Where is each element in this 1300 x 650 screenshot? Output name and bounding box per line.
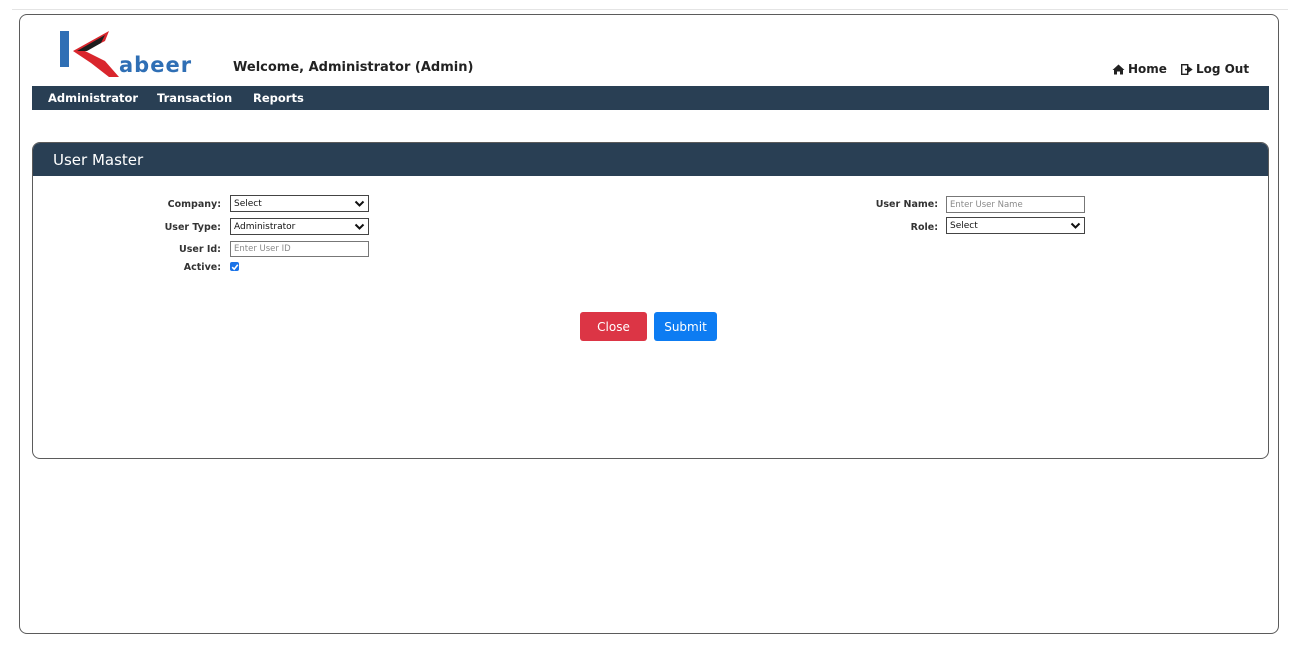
logout-icon — [1180, 63, 1193, 75]
logout-link[interactable]: Log Out — [1180, 62, 1250, 76]
home-link-label: Home — [1128, 62, 1167, 76]
header-links: Home Log Out — [1112, 62, 1249, 76]
logo-mark — [73, 31, 119, 77]
role-select[interactable]: Select — [946, 217, 1085, 234]
close-button[interactable]: Close — [580, 312, 647, 341]
top-divider — [12, 9, 1288, 10]
logo-bar — [60, 31, 69, 67]
chevron-down-icon — [354, 200, 365, 207]
submit-button[interactable]: Submit — [654, 312, 717, 341]
main-navbar: Administrator Transaction Reports — [32, 86, 1269, 110]
user-type-select-value: Administrator — [234, 221, 296, 232]
panel-title: User Master — [33, 143, 1268, 176]
role-select-value: Select — [950, 220, 978, 231]
active-label: Active: — [183, 262, 221, 273]
user-type-select[interactable]: Administrator — [230, 218, 369, 235]
role-label: Role: — [910, 222, 938, 233]
check-icon — [231, 263, 238, 270]
welcome-text: Welcome, Administrator (Admin) — [233, 60, 474, 75]
logo-text: abeer — [119, 53, 193, 77]
chevron-down-icon — [1070, 222, 1081, 229]
nav-administrator[interactable]: Administrator — [48, 91, 138, 105]
user-id-label: User Id: — [179, 244, 221, 255]
chevron-down-icon — [354, 223, 365, 230]
kabeer-logo: abeer — [60, 29, 200, 79]
user-name-input[interactable] — [946, 196, 1085, 213]
company-label: Company: — [167, 199, 221, 210]
active-checkbox[interactable] — [230, 262, 239, 271]
nav-transaction[interactable]: Transaction — [157, 91, 232, 105]
company-select-value: Select — [234, 198, 262, 209]
user-name-label: User Name: — [875, 199, 938, 210]
company-select[interactable]: Select — [230, 195, 369, 212]
logout-link-label: Log Out — [1195, 62, 1250, 76]
home-link[interactable]: Home — [1112, 62, 1167, 76]
user-type-label: User Type: — [164, 222, 221, 233]
user-master-panel: User Master — [32, 142, 1269, 459]
user-id-input[interactable] — [230, 241, 369, 257]
home-icon — [1112, 64, 1125, 74]
nav-reports[interactable]: Reports — [253, 91, 304, 105]
